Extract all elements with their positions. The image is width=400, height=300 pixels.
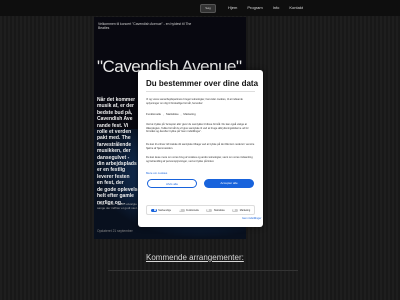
dialog-body: Ved at trykke på 'Accepter alle' giver d…	[146, 123, 249, 133]
divider	[146, 91, 255, 92]
purpose-marketing: Marketing	[183, 112, 196, 116]
purpose-functional: Funktionelle	[146, 112, 162, 116]
consent-marketing: Marketing	[232, 208, 251, 212]
learn-more-link[interactable]: Mere om cookies	[146, 171, 167, 175]
separator: ,	[163, 112, 164, 116]
consent-toggles: Nødvendige Funktionelle Statistiske Mark…	[146, 205, 255, 215]
cookie-consent-dialog: Du bestemmer over dine data Vi og vores …	[138, 70, 263, 227]
dialog-more-info: Du kan læse mere om vores brug af cookie…	[146, 156, 253, 163]
consent-functional: Funktionelle	[178, 208, 199, 212]
save-settings-link[interactable]: Gem indstillinger	[242, 217, 261, 220]
toggle-necessary[interactable]	[150, 208, 157, 212]
toggle-label: Statistiske	[213, 208, 225, 212]
consent-statistics: Statistiske	[206, 208, 225, 212]
toggle-label: Nødvendige	[158, 208, 172, 212]
accept-all-button[interactable]: Accepter alle	[204, 179, 254, 188]
toggle-label: Funktionelle	[186, 208, 199, 212]
toggle-label: Marketing	[239, 208, 251, 212]
purpose-statistics: Statistiske	[165, 112, 179, 116]
deny-all-button[interactable]: Afvis alle	[147, 179, 197, 188]
toggle-statistics[interactable]	[206, 208, 213, 212]
separator: ,	[180, 112, 182, 116]
cookie-overlay: Du bestemmer over dine data Vi og vores …	[0, 0, 400, 300]
purpose-list: Funktionelle , Statistiske , Marketing	[146, 112, 196, 116]
dialog-withdraw: Du kan til enhver tid trække dit samtykk…	[146, 143, 255, 150]
consent-necessary: Nødvendige	[150, 208, 172, 212]
dialog-intro: Vi og vores samarbejdspartnere bruger te…	[146, 98, 243, 105]
toggle-marketing[interactable]	[232, 208, 239, 212]
dialog-title: Du bestemmer over dine data	[146, 79, 259, 88]
toggle-functional[interactable]	[178, 208, 185, 212]
